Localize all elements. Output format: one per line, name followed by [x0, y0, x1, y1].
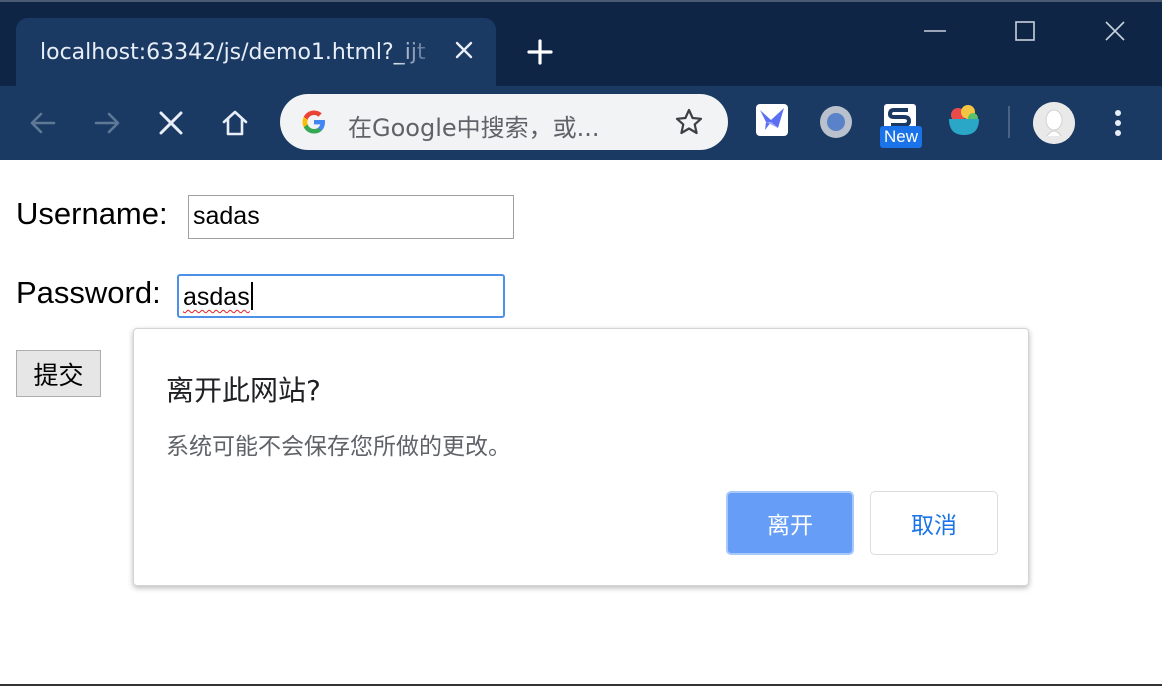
- toolbar-separator: [1008, 106, 1010, 138]
- username-value: sadas: [193, 202, 260, 230]
- fruit-bowl-icon: [949, 105, 979, 135]
- close-tab-icon[interactable]: [452, 38, 476, 62]
- more-menu-icon[interactable]: [1104, 104, 1132, 142]
- window-close-icon[interactable]: [1100, 16, 1130, 46]
- maximize-icon[interactable]: [1010, 16, 1040, 46]
- back-arrow-icon: [30, 112, 56, 134]
- google-g-icon: [302, 110, 325, 134]
- username-input[interactable]: sadas: [188, 195, 514, 239]
- dialog-title: 离开此网站?: [166, 374, 321, 407]
- password-value: asdas: [183, 283, 250, 311]
- text-caret: [250, 282, 253, 310]
- feather-icon: [756, 104, 788, 136]
- new-badge: New: [880, 126, 923, 148]
- bookmark-star-icon[interactable]: [674, 107, 704, 137]
- password-input[interactable]: asdas: [177, 274, 505, 318]
- password-label: Password:: [16, 275, 161, 310]
- profile-icon: [1033, 102, 1075, 144]
- username-label: Username:: [16, 196, 168, 231]
- extension-bowl-icon[interactable]: [946, 102, 982, 140]
- browser-titlebar: localhost:63342/js/demo1.html?_ijt: [0, 0, 1162, 86]
- forward-arrow-icon: [94, 112, 120, 134]
- forward-button[interactable]: [88, 104, 126, 142]
- stop-loading-button[interactable]: [152, 104, 190, 142]
- leave-button[interactable]: 离开: [726, 491, 854, 555]
- home-button[interactable]: [216, 104, 254, 142]
- home-icon: [222, 110, 248, 136]
- new-tab-icon[interactable]: [526, 38, 554, 66]
- browser-tab[interactable]: localhost:63342/js/demo1.html?_ijt: [16, 18, 496, 86]
- minimize-icon[interactable]: [920, 16, 950, 46]
- tab-title: localhost:63342/js/demo1.html?_ijt: [40, 40, 426, 65]
- dialog-message: 系统可能不会保存您所做的更改。: [166, 434, 511, 460]
- leave-site-dialog: 离开此网站? 系统可能不会保存您所做的更改。 离开 取消: [133, 328, 1029, 586]
- extension-s-new-icon[interactable]: New: [880, 102, 923, 148]
- back-button[interactable]: [24, 104, 62, 142]
- titlebar-edge: [0, 0, 1162, 2]
- profile-avatar[interactable]: [1033, 102, 1075, 144]
- record-circle-icon: [820, 106, 852, 138]
- extension-feather-icon[interactable]: [754, 102, 790, 140]
- cancel-button[interactable]: 取消: [870, 491, 998, 555]
- stop-x-icon: [159, 111, 183, 135]
- extension-circle-icon[interactable]: [818, 102, 854, 140]
- omnibox-placeholder: 在Google中搜索，或...: [348, 114, 600, 142]
- browser-toolbar: 在Google中搜索，或... New: [0, 86, 1162, 160]
- submit-button[interactable]: 提交: [16, 350, 101, 397]
- address-bar[interactable]: 在Google中搜索，或...: [280, 94, 728, 150]
